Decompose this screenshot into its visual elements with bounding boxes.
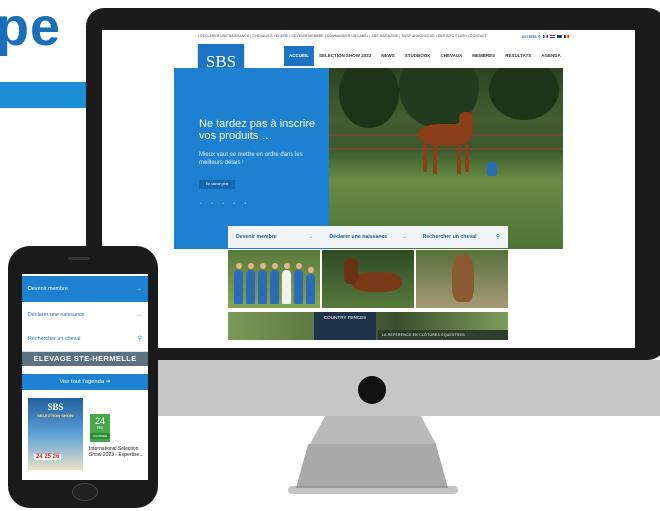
search-icon: ⚲: [137, 336, 142, 342]
quick-link-label: Rechercher un cheval: [422, 234, 477, 240]
flag-de-icon[interactable]: [564, 35, 570, 39]
selection-show-poster[interactable]: SBS SELECTION SHOW 24 25 26: [28, 398, 83, 470]
horse-head: [452, 254, 474, 302]
ad-banner-logo[interactable]: COUNTRY FENCES: [314, 312, 376, 340]
hero-subtitle: Mieux vaut se mettre en ordre dans les m…: [199, 152, 303, 166]
horse-leg: [433, 144, 437, 174]
mobile-row-label: Devenir membre: [28, 286, 68, 292]
person-figure: [306, 267, 315, 304]
event-label: JOURNÉE: [90, 433, 110, 439]
horse-neck: [344, 258, 358, 284]
nav-item-news[interactable]: NEWS: [376, 46, 400, 66]
horse-body: [352, 272, 402, 292]
main-navigation: ACCUEIL SELECTION SHOW 2023 NEWS STUDBOO…: [284, 46, 566, 66]
quick-link-cheval[interactable]: Rechercher un cheval ⚲: [415, 234, 508, 240]
nav-item-studbook[interactable]: STUDBOOK: [400, 46, 436, 66]
flag-fr-icon[interactable]: [542, 35, 548, 39]
arrow-right-icon: →: [136, 286, 142, 292]
quick-links-bar: Devenir membre → Déclarer une naissance …: [228, 226, 508, 248]
search-icon: ⚲: [496, 234, 500, 240]
hero-more-button[interactable]: En savoir plus: [199, 180, 235, 189]
fence-rail: [329, 148, 563, 150]
event-month: FÉV: [96, 426, 104, 430]
elevage-banner[interactable]: ELEVAGE STE-HERMELLE: [22, 352, 148, 366]
nav-item-resultats[interactable]: RÉSULTATS: [500, 46, 536, 66]
mobile-row-cheval[interactable]: Rechercher un cheval ⚲: [22, 326, 148, 352]
horse-leg: [457, 144, 461, 174]
product-mockup: pe | DÉCLARER UNE NAISSANCE | CHEVAUX À …: [0, 0, 660, 511]
agenda-button[interactable]: Voir tout l'agenda ➔: [22, 374, 148, 390]
event-day: 24: [94, 416, 105, 426]
phone-home-button[interactable]: [72, 483, 98, 501]
ad-banner-tagline: LA RÉFÉRENCE EN CLÔTURES ÉQUESTRES: [378, 330, 508, 340]
person-figure: [294, 263, 303, 304]
mobile-row-label: Rechercher un cheval: [28, 335, 81, 342]
person-figure: [282, 263, 291, 304]
tree-shape: [489, 68, 559, 120]
photo-gallery: [228, 250, 508, 308]
nav-item-membres[interactable]: MEMBRES: [467, 46, 500, 66]
monitor-stand-neck: [310, 416, 436, 444]
quick-link-label: Déclarer une naissance: [329, 234, 388, 240]
event-date-badge: 24 FÉV JOURNÉE: [90, 414, 110, 442]
brand-word-fragment: pe: [0, 0, 62, 57]
phone-speaker: [68, 257, 90, 260]
quick-link-naissance[interactable]: Déclarer une naissance →: [321, 234, 414, 240]
nav-item-accueil[interactable]: ACCUEIL: [284, 46, 314, 66]
language-label: INTERS: [522, 34, 537, 39]
poster-subtitle: SELECTION SHOW: [37, 413, 74, 418]
top-utility-menu[interactable]: | DÉCLARER UNE NAISSANCE | CHEVAUX À VEN…: [198, 34, 487, 42]
event-title-link[interactable]: International Selection Show 2023 - Expe…: [89, 446, 145, 458]
arrow-right-icon: →: [136, 311, 142, 318]
mobile-row-label: Déclarer une naissance: [28, 311, 85, 318]
monitor-stand-base: [296, 444, 448, 488]
nav-item-chevaux[interactable]: CHEVAUX: [436, 46, 468, 66]
person-figure: [258, 263, 267, 304]
arrow-right-icon: →: [401, 234, 407, 240]
horse-leg: [465, 144, 469, 172]
gallery-photo-team[interactable]: [228, 250, 320, 308]
search-icon[interactable]: ⚲: [538, 34, 541, 39]
horse-neck: [459, 112, 473, 138]
gallery-photo-horse-head[interactable]: [416, 250, 508, 308]
flag-uk-icon[interactable]: [557, 35, 563, 39]
arrow-right-icon: →: [308, 234, 314, 240]
tree-shape: [339, 68, 399, 128]
language-switcher[interactable]: INTERS ⚲: [522, 34, 570, 39]
person-figure: [270, 263, 279, 304]
nav-item-agenda[interactable]: AGENDA: [536, 46, 566, 66]
quick-link-label: Devenir membre: [236, 234, 277, 240]
mobile-row-membre[interactable]: Devenir membre →: [22, 276, 148, 302]
stand-shadow: [288, 486, 458, 494]
mobile-row-naissance[interactable]: Déclarer une naissance →: [22, 302, 148, 328]
monitor-chin: [156, 360, 660, 416]
quick-link-membre[interactable]: Devenir membre →: [228, 234, 321, 240]
horse-leg: [423, 144, 427, 172]
gallery-photo-foal[interactable]: [322, 250, 414, 308]
person-figure: [234, 263, 243, 304]
person-figure: [487, 162, 497, 176]
nav-item-selection-show[interactable]: SELECTION SHOW 2023: [314, 46, 376, 66]
poster-dates: 24 25 26: [34, 454, 62, 460]
hero-title: Ne tardez pas à inscrire vos produits …: [199, 118, 316, 142]
hero-horse-photo: [329, 68, 563, 249]
monitor-logo-dot: [358, 376, 386, 404]
brand-accent-bar: [0, 82, 100, 108]
poster-title: SBS: [47, 402, 64, 412]
carousel-dots[interactable]: • • • • •: [200, 201, 250, 207]
person-figure: [246, 263, 255, 304]
flag-nl-icon[interactable]: [549, 35, 555, 39]
